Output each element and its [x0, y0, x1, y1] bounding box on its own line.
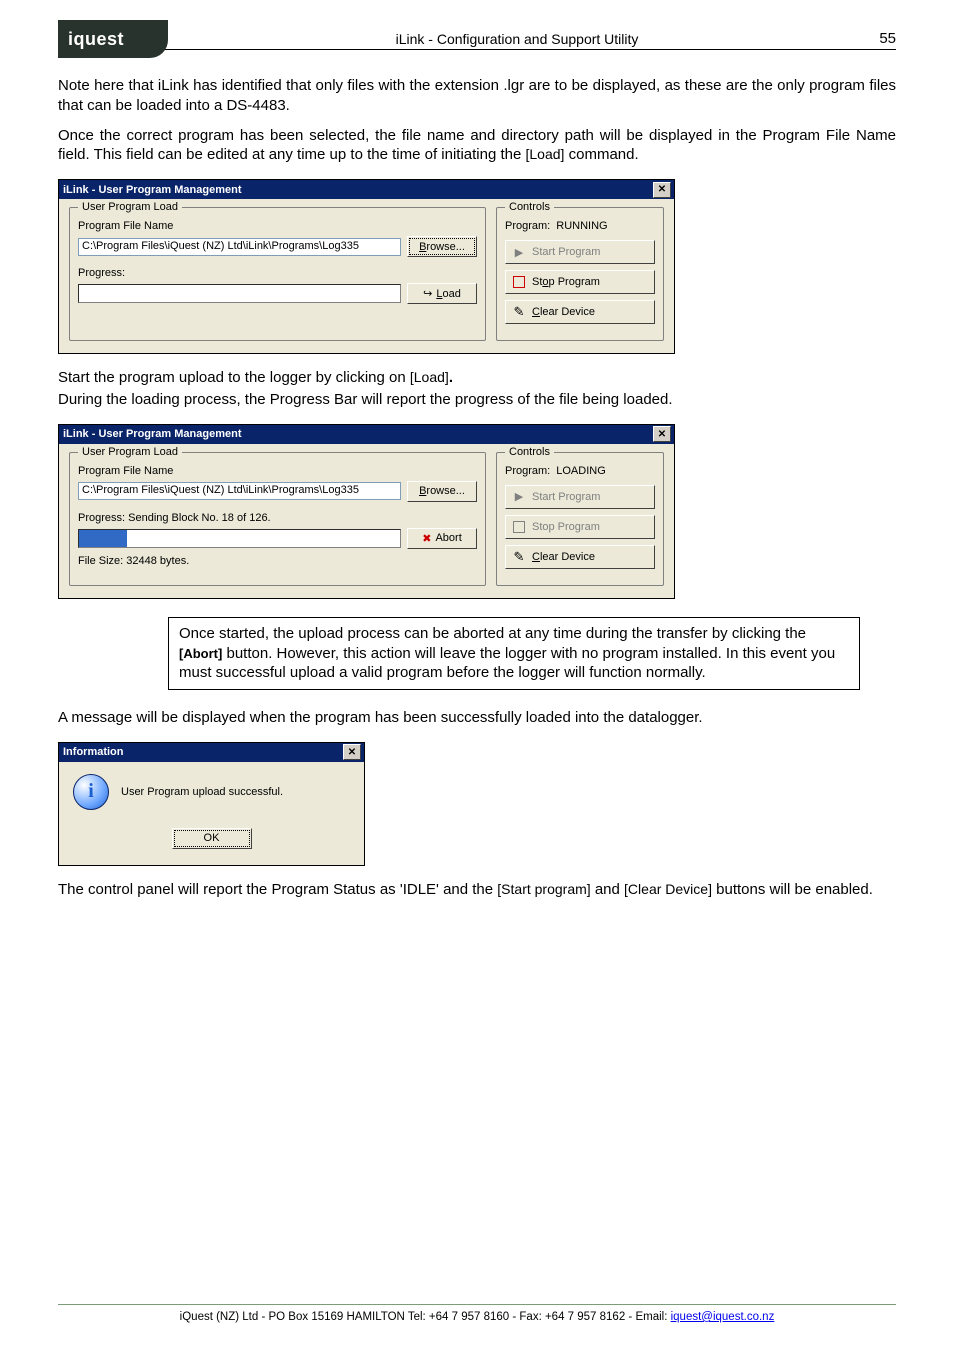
info-message: User Program upload successful.	[121, 786, 283, 798]
start-program-button: ▶ Start Program	[505, 240, 655, 264]
dialog2-title: iLink - User Program Management	[63, 428, 242, 440]
program-status-label-2: Program:	[505, 465, 550, 477]
dialog2-progress-bar: 15%	[78, 529, 401, 548]
dialog2-progress-text: 15%	[228, 532, 250, 544]
dialog1-progress-label: Progress:	[78, 267, 477, 279]
program-status-label: Program:	[505, 220, 550, 232]
note-abort-ref: [Abort]	[179, 646, 222, 661]
note-a: Once started, the upload process can be …	[179, 625, 806, 642]
info-icon: i	[73, 774, 109, 810]
progress-fill	[79, 530, 127, 547]
page-header: iLink - Configuration and Support Utilit…	[58, 30, 896, 50]
dialog1-controls-group: Controls Program: RUNNING ▶ Start Progra…	[496, 207, 664, 341]
clear-device-button[interactable]: ✎ Clear Device	[505, 300, 655, 324]
browse-button-2[interactable]: Browse...	[407, 481, 477, 502]
paragraph-2-a: Once the correct program has been select…	[58, 127, 896, 164]
stop-program-button-2: Stop Program	[505, 515, 655, 539]
program-file-path-input-2[interactable]: C:\Program Files\iQuest (NZ) Ltd\iLink\P…	[78, 482, 401, 500]
abort-button[interactable]: ✖ Abort	[407, 528, 477, 549]
para3-a: Start the program upload to the logger b…	[58, 369, 410, 386]
stop2-label: Stop Program	[532, 521, 600, 533]
stop-hotkey: o	[542, 276, 548, 288]
abort-note-box: Once started, the upload process can be …	[168, 617, 860, 690]
clear-device-button-2[interactable]: ✎ Clear Device	[505, 545, 655, 569]
stop-icon-2	[512, 520, 526, 534]
inline-load-ref: [Load]	[526, 146, 565, 162]
dialog1-right-legend: Controls	[505, 201, 554, 213]
para6-b: buttons will be enabled.	[712, 881, 873, 898]
play-icon-2: ▶	[512, 490, 526, 504]
para6-mid: and	[591, 881, 624, 898]
page-footer: iQuest (NZ) Ltd - PO Box 15169 HAMILTON …	[58, 1304, 896, 1323]
dialog1-user-program-load-group: User Program Load Program File Name C:\P…	[69, 207, 486, 341]
load-button[interactable]: ↪ Load	[407, 283, 477, 304]
program-status-value-2: LOADING	[556, 465, 606, 477]
user-program-dialog-1: iLink - User Program Management ✕ User P…	[58, 179, 675, 354]
para6-a: The control panel will report the Progra…	[58, 881, 497, 898]
browse-rest: rowse...	[426, 241, 465, 253]
info-close-icon[interactable]: ✕	[343, 744, 361, 760]
paragraph-progress-bar: During the loading process, the Progress…	[58, 390, 896, 410]
start-program-button-2: ▶ Start Program	[505, 485, 655, 509]
dialog2-left-legend: User Program Load	[78, 446, 182, 458]
dialog1-left-legend: User Program Load	[78, 201, 182, 213]
browse-button[interactable]: Browse...	[407, 236, 477, 257]
dialog1-file-label: Program File Name	[78, 220, 477, 232]
browse2-rest: rowse...	[426, 485, 465, 497]
inline-load-ref-2: [Load]	[410, 369, 449, 385]
eraser-icon: ✎	[512, 305, 526, 319]
dialog1-close-icon[interactable]: ✕	[653, 182, 671, 198]
start2-label: Start Program	[532, 491, 600, 503]
note-b: button. However, this action will leave …	[179, 645, 835, 682]
information-dialog: Information ✕ i User Program upload succ…	[58, 742, 365, 866]
dialog2-titlebar: iLink - User Program Management ✕	[59, 425, 674, 444]
start-program-label: Start Program	[532, 246, 600, 258]
footer-text: iQuest (NZ) Ltd - PO Box 15169 HAMILTON …	[180, 1311, 671, 1323]
program-file-path-input[interactable]: C:\Program Files\iQuest (NZ) Ltd\iLink\P…	[78, 238, 401, 256]
paragraph-final: The control panel will report the Progra…	[58, 880, 896, 900]
inline-start-ref: [Start program]	[497, 881, 590, 897]
program-status-value: RUNNING	[556, 220, 607, 232]
dialog1-progress-text: 0%	[232, 288, 248, 300]
clear2-rest: lear Device	[540, 551, 595, 563]
info-title: Information	[63, 746, 124, 758]
clear-rest: lear Device	[540, 306, 595, 318]
header-title: iLink - Configuration and Support Utilit…	[178, 31, 856, 47]
footer-email-link[interactable]: iquest@iquest.co.nz	[671, 1311, 775, 1323]
load-rest: oad	[442, 288, 460, 300]
inline-clear-ref: [Clear Device]	[624, 881, 712, 897]
abort-label: Abort	[435, 532, 461, 544]
dialog2-controls-group: Controls Program: LOADING ▶ Start Progra…	[496, 452, 664, 586]
stop-program-button[interactable]: Stop Program	[505, 270, 655, 294]
dialog2-right-legend: Controls	[505, 446, 554, 458]
paragraph-intro-1: Note here that iLink has identified that…	[58, 76, 896, 116]
user-program-dialog-2: iLink - User Program Management ✕ User P…	[58, 424, 675, 599]
eraser-icon-2: ✎	[512, 550, 526, 564]
dialog2-filesize: File Size: 32448 bytes.	[78, 555, 477, 567]
para3-b: .	[449, 369, 453, 386]
paragraph-2-b: command.	[564, 146, 638, 163]
brand-logo: iquest	[58, 20, 168, 58]
clear-hotkey: C	[532, 306, 540, 318]
abort-icon: ✖	[422, 532, 431, 545]
dialog1-title: iLink - User Program Management	[63, 184, 242, 196]
paragraph-success-msg: A message will be displayed when the pro…	[58, 708, 896, 728]
stop-icon	[512, 275, 526, 289]
info-titlebar: Information ✕	[59, 743, 364, 762]
ok-button[interactable]: OK	[172, 828, 252, 849]
paragraph-intro-2: Once the correct program has been select…	[58, 126, 896, 166]
play-icon: ▶	[512, 245, 526, 259]
dialog2-file-label: Program File Name	[78, 465, 477, 477]
dialog1-titlebar: iLink - User Program Management ✕	[59, 180, 674, 199]
clear2-hotkey: C	[532, 551, 540, 563]
dialog2-close-icon[interactable]: ✕	[653, 426, 671, 442]
brand-logo-text: iquest	[68, 29, 124, 50]
dialog2-user-program-load-group: User Program Load Program File Name C:\P…	[69, 452, 486, 586]
ok-label: OK	[204, 832, 220, 844]
dialog1-progress-bar: 0%	[78, 284, 401, 303]
paragraph-start-upload: Start the program upload to the logger b…	[58, 368, 896, 388]
page-number: 55	[856, 30, 896, 47]
dialog2-progress-label: Progress: Sending Block No. 18 of 126.	[78, 512, 477, 524]
load-icon: ↪	[423, 287, 432, 300]
